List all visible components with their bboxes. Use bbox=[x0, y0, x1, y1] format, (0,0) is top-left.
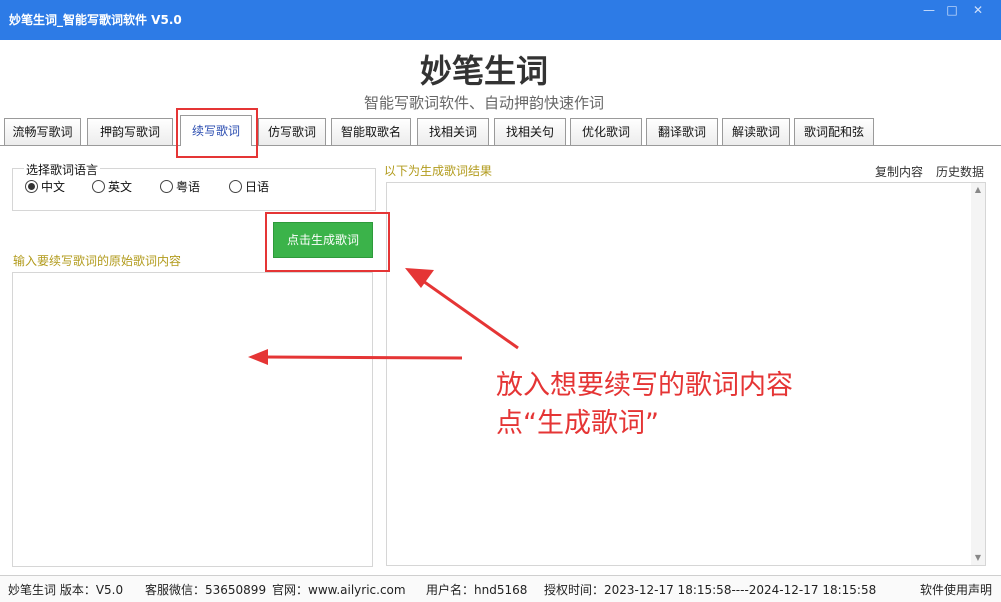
window-title: 妙笔生词_智能写歌词软件 V5.0 bbox=[9, 13, 182, 27]
radio-chinese-label: 中文 bbox=[41, 180, 66, 194]
tab-rhyme-lyrics[interactable]: 押韵写歌词 bbox=[87, 118, 173, 145]
app-name: 妙笔生词 bbox=[419, 52, 548, 90]
radio-selected-icon bbox=[25, 180, 38, 193]
language-group-title: 选择歌词语言 bbox=[24, 161, 101, 178]
result-label: 以下为生成歌词结果 bbox=[384, 164, 493, 178]
tab-continue-lyrics[interactable]: 续写歌词 bbox=[180, 115, 252, 146]
tab-interpret-lyrics[interactable]: 解读歌词 bbox=[722, 118, 790, 145]
radio-unselected-icon bbox=[229, 180, 242, 193]
tab-strip-line bbox=[0, 145, 1001, 146]
title-bar: 妙笔生词_智能写歌词软件 V5.0 — □ ✕ bbox=[0, 0, 1001, 40]
annotation-line-1: 放入想要续写的歌词内容 bbox=[496, 370, 793, 401]
input-label: 输入要续写歌词的原始歌词内容 bbox=[13, 254, 182, 268]
tab-related-sentences[interactable]: 找相关句 bbox=[494, 118, 566, 145]
status-website[interactable]: 官网：www.ailyric.com bbox=[272, 581, 406, 598]
radio-english[interactable]: 英文 bbox=[92, 180, 132, 194]
radio-cantonese-label: 粤语 bbox=[176, 180, 201, 194]
annotation-line-2: 点“生成歌词” bbox=[496, 408, 659, 439]
app-subtitle: 智能写歌词软件、自动押韵快速作词 bbox=[363, 94, 604, 112]
status-disclaimer[interactable]: 软件使用声明 bbox=[920, 581, 992, 598]
status-bar: 妙笔生词 版本：V5.0 客服微信：53650899 官网：www.ailyri… bbox=[0, 575, 1001, 602]
original-lyrics-input[interactable] bbox=[12, 272, 373, 567]
status-license: 授权时间：2023-12-17 18:15:58----2024-12-17 1… bbox=[544, 583, 877, 597]
tab-fluent-lyrics[interactable]: 流畅写歌词 bbox=[4, 118, 81, 145]
tab-related-words[interactable]: 找相关词 bbox=[417, 118, 489, 145]
history-data-link[interactable]: 历史数据 bbox=[936, 163, 984, 180]
tab-translate-lyrics[interactable]: 翻译歌词 bbox=[646, 118, 718, 145]
maximize-button[interactable]: □ bbox=[941, 2, 963, 18]
radio-chinese[interactable]: 中文 bbox=[25, 180, 65, 194]
tab-lyrics-chords[interactable]: 歌词配和弦 bbox=[794, 118, 874, 145]
scroll-down-icon[interactable]: ▼ bbox=[971, 551, 985, 565]
tab-song-title[interactable]: 智能取歌名 bbox=[331, 118, 411, 145]
status-wechat: 客服微信：53650899 bbox=[145, 583, 267, 597]
result-scrollbar[interactable]: ▲ ▼ bbox=[971, 183, 985, 565]
radio-unselected-icon bbox=[92, 180, 105, 193]
status-version: 妙笔生词 版本：V5.0 bbox=[8, 583, 124, 597]
radio-unselected-icon bbox=[160, 180, 173, 193]
tab-imitate-lyrics[interactable]: 仿写歌词 bbox=[258, 118, 326, 145]
status-username: 用户名：hnd5168 bbox=[426, 583, 528, 597]
radio-english-label: 英文 bbox=[108, 180, 133, 194]
copy-content-link[interactable]: 复制内容 bbox=[875, 163, 923, 180]
close-button[interactable]: ✕ bbox=[967, 2, 989, 18]
button-highlight-box bbox=[265, 212, 390, 272]
tab-optimize-lyrics[interactable]: 优化歌词 bbox=[570, 118, 642, 145]
radio-cantonese[interactable]: 粤语 bbox=[160, 180, 200, 194]
radio-japanese-label: 日语 bbox=[245, 180, 270, 194]
scroll-up-icon[interactable]: ▲ bbox=[971, 183, 985, 197]
radio-japanese[interactable]: 日语 bbox=[229, 180, 269, 194]
minimize-button[interactable]: — bbox=[918, 2, 940, 18]
